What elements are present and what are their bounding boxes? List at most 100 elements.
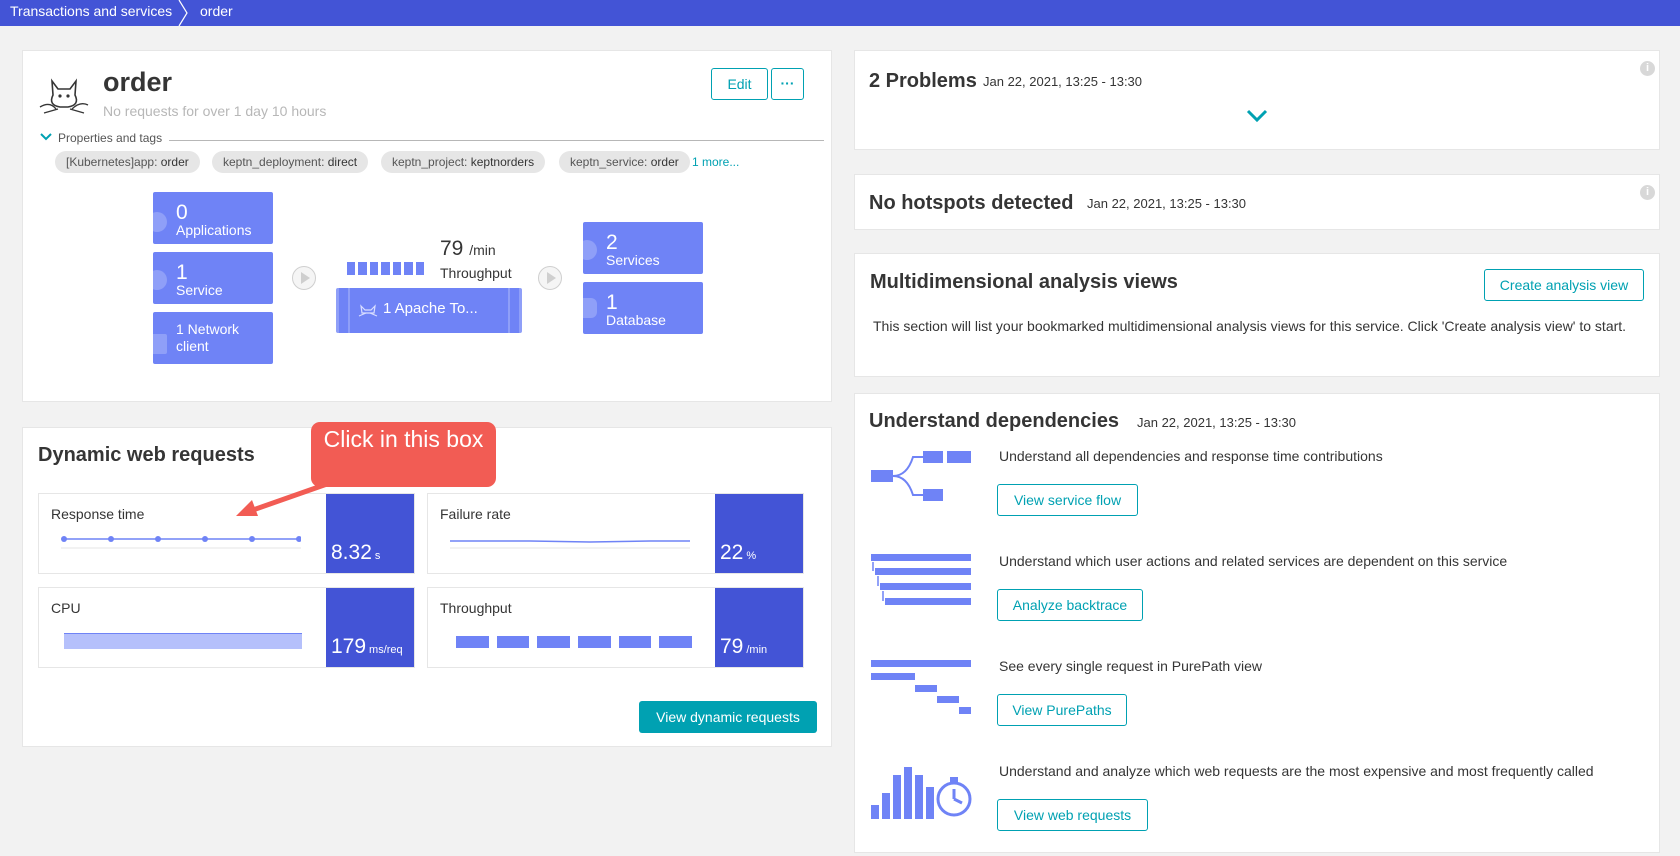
- tag-value: keptnorders: [470, 155, 535, 169]
- dependencies-title: Understand dependencies: [869, 410, 1120, 432]
- problems-card: 2 Problems Jan 22, 2021, 13:25 - 13:30 i: [854, 50, 1660, 150]
- metric-unit: %: [746, 550, 757, 562]
- tile-label: Applications: [176, 222, 252, 238]
- failure-rate-tile[interactable]: Failure rate 22%: [427, 493, 804, 574]
- calling-service-tile[interactable]: 1 Service: [153, 252, 273, 304]
- metric-label: Throughput: [440, 600, 512, 616]
- tag-key: [Kubernetes]app:: [66, 155, 158, 169]
- throughput-unit: /min: [469, 242, 496, 258]
- understand-dependencies-card: Understand dependencies Jan 22, 2021, 13…: [854, 393, 1660, 853]
- tag-chip[interactable]: keptn_service: order: [559, 151, 690, 173]
- tile-count: 2: [606, 231, 618, 254]
- problems-title: 2 Problems: [869, 70, 977, 92]
- create-analysis-view-button[interactable]: Create analysis view: [1484, 269, 1644, 301]
- more-actions-button[interactable]: ···: [771, 68, 804, 100]
- dependencies-timeframe: Jan 22, 2021, 13:25 - 13:30: [1137, 415, 1297, 430]
- throughput-bars: [347, 262, 424, 275]
- tile-label: Service: [176, 282, 223, 298]
- throughput-number: 79: [440, 237, 464, 260]
- view-web-requests-button[interactable]: View web requests: [997, 799, 1148, 831]
- properties-toggle[interactable]: Properties and tags: [58, 131, 162, 145]
- info-icon[interactable]: i: [1640, 185, 1655, 200]
- dependency-description: See every single request in PurePath vie…: [999, 658, 1263, 674]
- gear-icon: [153, 270, 167, 290]
- gear-icon: [583, 240, 597, 260]
- backtrace-icon: [871, 554, 971, 605]
- chevron-down-icon[interactable]: [40, 132, 52, 142]
- metric-value: 22: [720, 541, 744, 564]
- dependency-description: Understand and analyze which web request…: [999, 763, 1594, 779]
- play-icon: [292, 266, 316, 290]
- network-client-tile[interactable]: 1 Network client: [153, 312, 273, 364]
- view-service-flow-button[interactable]: View service flow: [997, 484, 1138, 516]
- hotspots-title: No hotspots detected: [869, 192, 1074, 214]
- service-title: order: [103, 67, 173, 97]
- chevron-down-icon[interactable]: [1246, 109, 1268, 123]
- view-dynamic-requests-button[interactable]: View dynamic requests: [639, 701, 817, 733]
- database-icon: [583, 298, 597, 318]
- breadcrumb-current: order: [200, 3, 233, 19]
- network-icon: [153, 334, 167, 354]
- tag-key: keptn_service:: [570, 155, 648, 169]
- metric-unit: ms/req: [369, 644, 403, 656]
- tile-count: 1: [606, 291, 618, 314]
- more-tags-link[interactable]: 1 more...: [692, 155, 739, 169]
- tag-value: order: [650, 155, 679, 169]
- view-purepaths-button[interactable]: View PurePaths: [997, 694, 1127, 726]
- edit-button[interactable]: Edit: [711, 68, 768, 100]
- metric-label: Failure rate: [440, 506, 511, 522]
- breadcrumb-separator-icon: [178, 0, 188, 26]
- mda-description: This section will list your bookmarked m…: [873, 318, 1627, 334]
- hotspots-timeframe: Jan 22, 2021, 13:25 - 13:30: [1087, 196, 1247, 211]
- metric-value: 179: [331, 635, 367, 658]
- response-time-tile[interactable]: Response time 8.32 s: [38, 493, 415, 574]
- process-group-tile[interactable]: 1 Apache To...: [336, 288, 522, 333]
- service-flow-icon: [871, 451, 971, 501]
- metric-value-box: 8.32 s: [326, 494, 414, 573]
- metric-unit: /min: [746, 644, 768, 656]
- tag-key: keptn_deployment:: [223, 155, 325, 169]
- metric-label: Response time: [51, 506, 145, 522]
- web-requests-icon: [871, 767, 972, 819]
- callout-arrow-icon: [236, 481, 328, 516]
- play-icon: [538, 266, 562, 290]
- analyze-backtrace-button[interactable]: Analyze backtrace: [997, 589, 1143, 621]
- failure-rate-sparkline: [450, 540, 690, 549]
- problems-timeframe: Jan 22, 2021, 13:25 - 13:30: [983, 74, 1143, 89]
- hotspots-card: No hotspots detected Jan 22, 2021, 13:25…: [854, 174, 1660, 230]
- divider: [169, 140, 824, 141]
- throughput-mini-bars: [456, 636, 693, 648]
- metric-value: 79: [720, 635, 744, 658]
- dependency-description: Understand all dependencies and response…: [999, 448, 1383, 464]
- section-title: Dynamic web requests: [38, 444, 255, 466]
- applications-tile[interactable]: 0 Applications: [153, 192, 273, 244]
- cpu-bar: [64, 633, 302, 649]
- handle-left: [339, 288, 348, 333]
- called-services-tile[interactable]: 2 Services: [583, 222, 703, 274]
- cpu-tile[interactable]: CPU 179 ms/req: [38, 587, 415, 668]
- metric-unit: s: [374, 550, 381, 562]
- tile-label: 1 Network client: [176, 321, 240, 354]
- handle-right: [510, 288, 519, 333]
- process-label: 1 Apache To...: [383, 300, 478, 317]
- metric-value: 8.32: [331, 541, 372, 564]
- breadcrumb-parent-link[interactable]: Transactions and services: [10, 3, 172, 19]
- info-icon[interactable]: i: [1640, 61, 1655, 76]
- throughput-tile[interactable]: Throughput 79/min: [427, 587, 804, 668]
- tag-chip[interactable]: keptn_deployment: direct: [212, 151, 369, 173]
- application-icon: [153, 212, 167, 232]
- tag-value: direct: [327, 155, 358, 169]
- metric-value-box: 22%: [715, 494, 803, 573]
- tile-count: 1: [176, 261, 188, 284]
- throughput-label: Throughput: [440, 265, 512, 281]
- service-overview-card: order No requests for over 1 day 10 hour…: [22, 50, 832, 402]
- breadcrumb: Transactions and services order: [0, 0, 1680, 26]
- service-subtitle: No requests for over 1 day 10 hours: [103, 103, 327, 119]
- metric-value-box: 79/min: [715, 588, 803, 667]
- tag-chip[interactable]: [Kubernetes]app: order: [55, 151, 200, 173]
- tag-value: order: [160, 155, 189, 169]
- database-tile[interactable]: 1 Database: [583, 282, 703, 334]
- multidimensional-analysis-card: Multidimensional analysis views Create a…: [854, 253, 1660, 377]
- tile-label: Database: [606, 312, 666, 328]
- tag-chip[interactable]: keptn_project: keptnorders: [381, 151, 546, 173]
